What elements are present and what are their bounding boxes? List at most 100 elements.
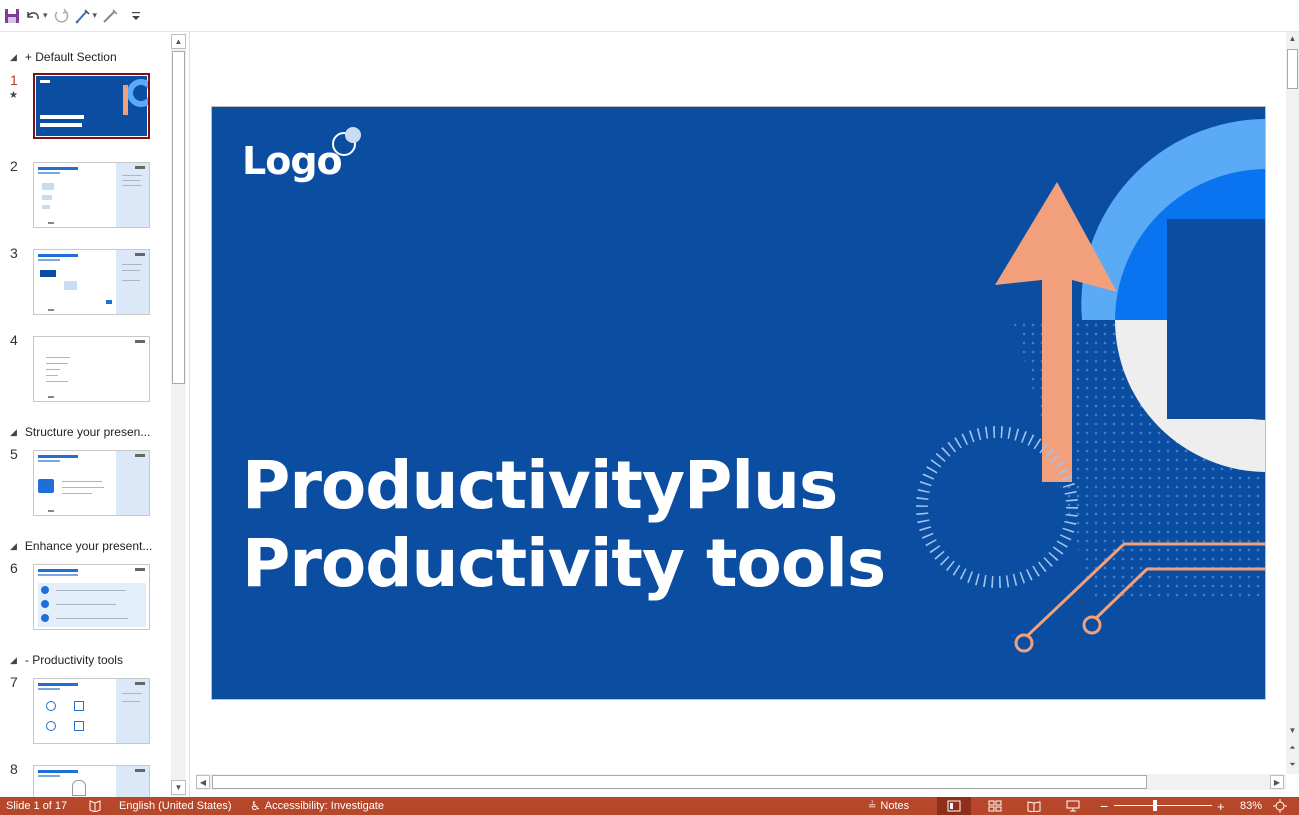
thumb-shape bbox=[42, 205, 50, 209]
notes-button[interactable]: ≟ Notes bbox=[868, 797, 909, 815]
circuit-node bbox=[1082, 615, 1102, 635]
collapse-triangle-icon[interactable]: ◢ bbox=[10, 52, 17, 63]
accessibility-status[interactable]: ♿ Accessibility: Investigate bbox=[250, 797, 384, 815]
vertical-scroll-thumb[interactable] bbox=[1287, 49, 1298, 89]
slide-thumbnail-3[interactable] bbox=[33, 249, 150, 315]
language-indicator[interactable]: English (United States) bbox=[119, 797, 232, 815]
customize-toolbar-icon[interactable] bbox=[131, 4, 141, 28]
slide-thumbnail-2[interactable] bbox=[33, 162, 150, 228]
thumb-arrow bbox=[123, 85, 128, 115]
thumb-shape bbox=[40, 270, 56, 277]
undo-dropdown-icon[interactable]: ▾ bbox=[43, 10, 48, 21]
slide-show-icon bbox=[1066, 800, 1080, 812]
canvas-vertical-scrollbar[interactable]: ▲ ▼ ⏶ ⏷ bbox=[1286, 32, 1299, 774]
thumb-shape bbox=[42, 183, 54, 190]
section-header-structure[interactable]: ◢ Structure your presen... bbox=[10, 423, 150, 441]
thumb-shape bbox=[64, 281, 77, 290]
slide-thumbnail-7[interactable] bbox=[33, 678, 150, 744]
slide-logo-text[interactable]: Logo bbox=[242, 139, 343, 183]
zoom-in-icon[interactable]: + bbox=[1217, 797, 1225, 815]
collapse-triangle-icon[interactable]: ◢ bbox=[10, 427, 17, 438]
thumbnail-scrollbar[interactable]: ▲ ▼ bbox=[171, 34, 186, 796]
slide-thumbnail-pane[interactable]: ◢ + Default Section 1 ★ 2 3 4 ◢ Structur… bbox=[0, 32, 190, 797]
collapse-triangle-icon[interactable]: ◢ bbox=[10, 655, 17, 666]
slide-number: 7 bbox=[10, 674, 18, 690]
slide-thumbnail-8[interactable] bbox=[33, 765, 150, 797]
collapse-triangle-icon[interactable]: ◢ bbox=[10, 541, 17, 552]
thumb-text-line bbox=[46, 363, 68, 364]
slide-title-line-1: ProductivityPlus bbox=[242, 447, 838, 524]
thumb-side-panel bbox=[116, 679, 149, 743]
thumb-subtitle bbox=[38, 259, 60, 261]
thumb-footer bbox=[48, 222, 54, 224]
save-icon[interactable] bbox=[4, 4, 20, 28]
pen-icon[interactable] bbox=[101, 4, 119, 28]
redo-icon[interactable] bbox=[52, 4, 70, 28]
slide-editing-canvas[interactable]: Logo ProductivityPlus Productivity tools bbox=[191, 32, 1286, 774]
thumb-subtitle bbox=[38, 775, 60, 777]
thumb-text-line bbox=[62, 481, 102, 482]
zoom-slider-thumb[interactable] bbox=[1153, 800, 1157, 811]
thumb-icon bbox=[46, 721, 56, 731]
horizontal-scroll-thumb[interactable] bbox=[212, 775, 1147, 789]
slide-number: 5 bbox=[10, 446, 18, 462]
previous-slide-icon[interactable]: ⏶ bbox=[1286, 741, 1299, 754]
spelling-check-icon[interactable] bbox=[88, 797, 102, 815]
thumb-title-line bbox=[40, 115, 84, 119]
current-slide[interactable]: Logo ProductivityPlus Productivity tools bbox=[211, 106, 1266, 700]
thumb-text-line bbox=[46, 381, 68, 382]
scroll-left-arrow-icon[interactable]: ◀ bbox=[196, 775, 210, 789]
slide-number: 8 bbox=[10, 761, 18, 777]
thumb-logo bbox=[135, 682, 145, 685]
slide-title[interactable]: ProductivityPlus Productivity tools bbox=[242, 447, 886, 603]
slide-thumbnail-4[interactable] bbox=[33, 336, 150, 402]
section-header-productivity[interactable]: ◢ - Productivity tools bbox=[10, 651, 123, 669]
fit-to-window-icon[interactable] bbox=[1273, 797, 1287, 815]
undo-icon[interactable]: ▾ bbox=[24, 4, 48, 28]
thumbnail-scroll-thumb[interactable] bbox=[172, 51, 185, 384]
thumb-title bbox=[38, 770, 78, 773]
normal-view-button[interactable] bbox=[937, 797, 971, 815]
slide-indicator[interactable]: Slide 1 of 17 bbox=[6, 797, 67, 815]
thumb-title bbox=[38, 683, 78, 686]
scroll-down-arrow-icon[interactable]: ▼ bbox=[171, 780, 186, 795]
scroll-right-arrow-icon[interactable]: ▶ bbox=[1270, 775, 1284, 789]
section-header-enhance[interactable]: ◢ Enhance your present... bbox=[10, 537, 152, 555]
thumb-text-line bbox=[62, 493, 92, 494]
slide-number: 6 bbox=[10, 560, 18, 576]
scroll-up-arrow-icon[interactable]: ▲ bbox=[1286, 32, 1299, 45]
thumb-footer bbox=[48, 309, 54, 311]
ring-inner-gap bbox=[1167, 219, 1265, 419]
thumb-icon bbox=[74, 721, 84, 731]
slide-show-button[interactable] bbox=[1056, 797, 1090, 815]
thumb-logo bbox=[40, 80, 50, 83]
thumb-text-line bbox=[56, 590, 126, 591]
thumb-footer bbox=[48, 510, 54, 512]
thumb-logo bbox=[135, 253, 145, 256]
circuit-node bbox=[1014, 633, 1034, 653]
zoom-slider-track[interactable] bbox=[1114, 805, 1212, 806]
slide-thumbnail-1[interactable] bbox=[33, 73, 150, 139]
slide-sorter-button[interactable] bbox=[978, 797, 1012, 815]
thumb-icon bbox=[46, 701, 56, 711]
accessibility-label: Accessibility: Investigate bbox=[264, 800, 384, 812]
slide-thumbnail-5[interactable] bbox=[33, 450, 150, 516]
scroll-down-arrow-icon[interactable]: ▼ bbox=[1286, 724, 1299, 737]
canvas-horizontal-scrollbar[interactable]: ◀ ▶ bbox=[196, 774, 1286, 790]
thumb-text-line bbox=[56, 618, 128, 619]
zoom-out-icon[interactable]: − bbox=[1100, 797, 1108, 815]
draw-dropdown-icon[interactable]: ▾ bbox=[93, 10, 98, 21]
normal-view-icon bbox=[947, 800, 961, 812]
reading-view-button[interactable] bbox=[1017, 797, 1051, 815]
section-header-default[interactable]: ◢ + Default Section bbox=[10, 48, 117, 66]
zoom-level[interactable]: 83% bbox=[1240, 797, 1262, 815]
scroll-up-arrow-icon[interactable]: ▲ bbox=[171, 34, 186, 49]
accessibility-icon: ♿ bbox=[250, 799, 261, 813]
thumb-title bbox=[38, 569, 78, 572]
slide-title-line-2: Productivity tools bbox=[242, 525, 886, 602]
section-label: + Default Section bbox=[24, 50, 117, 64]
slide-thumbnail-6[interactable] bbox=[33, 564, 150, 630]
thumb-logo bbox=[135, 769, 145, 772]
next-slide-icon[interactable]: ⏷ bbox=[1286, 758, 1299, 771]
draw-icon[interactable]: ▾ bbox=[74, 4, 98, 28]
